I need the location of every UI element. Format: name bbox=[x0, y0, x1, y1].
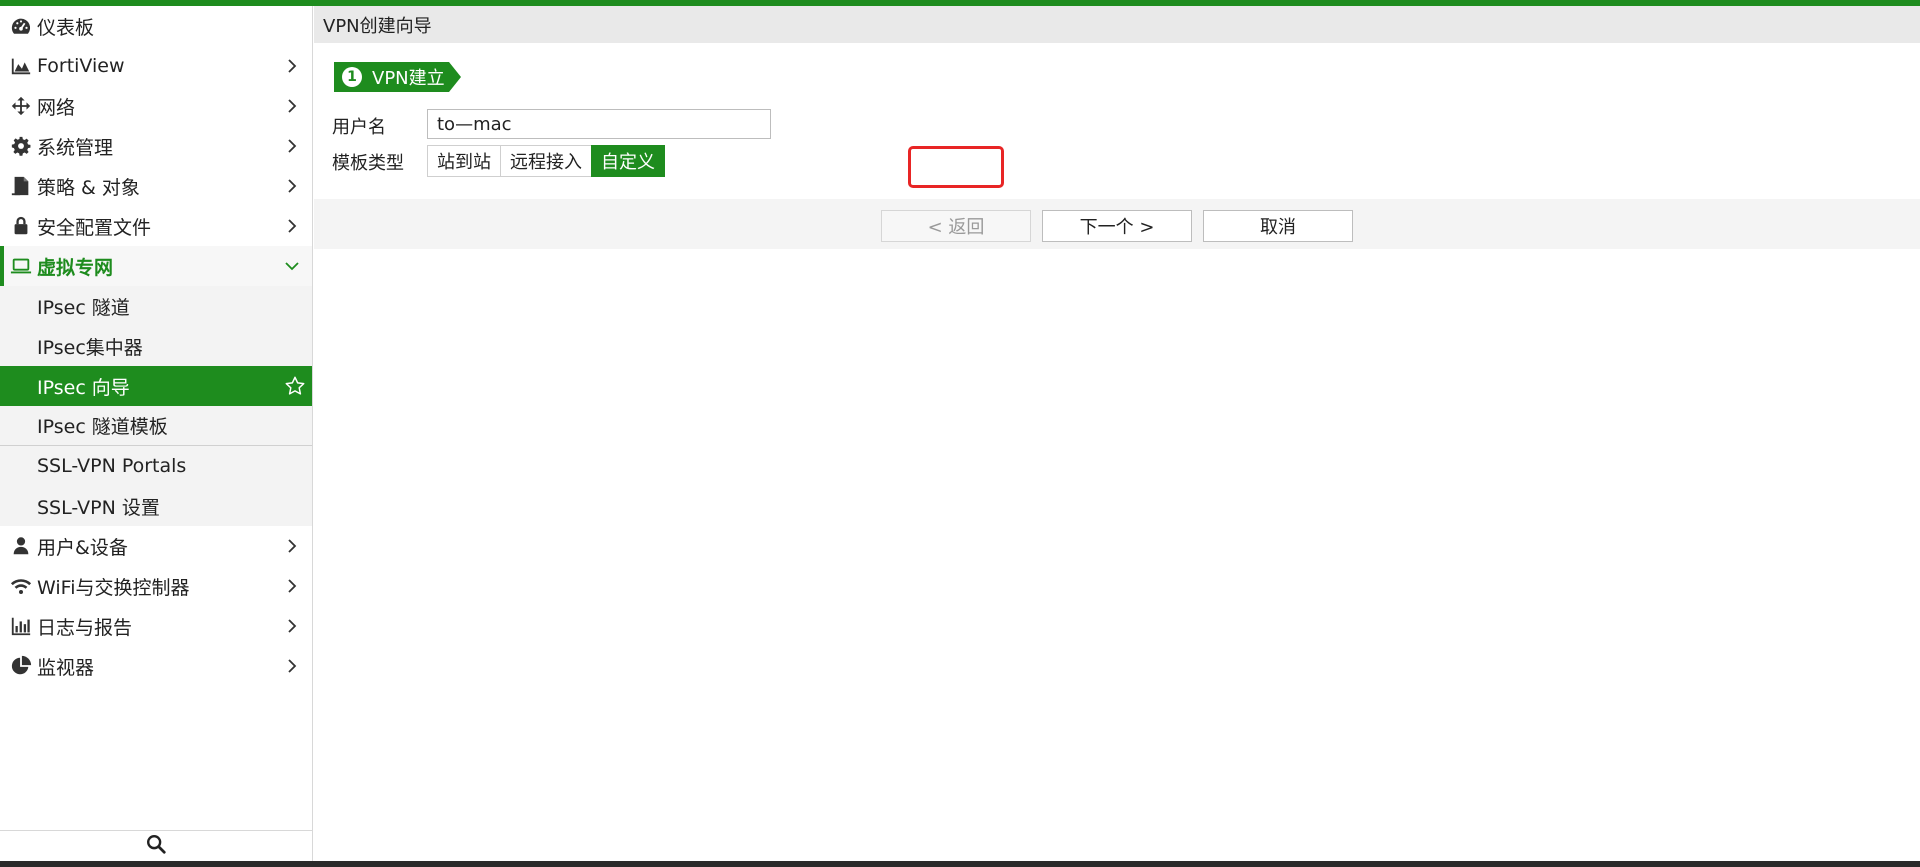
back-button[interactable]: < 返回 bbox=[881, 210, 1031, 242]
pie-chart-icon bbox=[8, 655, 34, 677]
sidebar-item-label: 安全配置文件 bbox=[37, 216, 152, 239]
sidebar-item-label: 策略 & 对象 bbox=[37, 176, 140, 199]
template-option-site-to-site[interactable]: 站到站 bbox=[427, 145, 501, 177]
chevron-down-icon bbox=[282, 256, 302, 276]
chevron-right-icon bbox=[282, 96, 302, 116]
step-arrow bbox=[448, 62, 461, 92]
bar-chart-icon bbox=[8, 615, 34, 637]
step-label: VPN建立 bbox=[372, 68, 445, 89]
chevron-right-icon bbox=[282, 136, 302, 156]
sidebar-item-policy-objects[interactable]: 策略 & 对象 bbox=[0, 166, 312, 206]
chevron-right-icon bbox=[282, 536, 302, 556]
bottom-strip bbox=[0, 861, 1920, 867]
sidebar-item-monitor[interactable]: 监视器 bbox=[0, 646, 312, 686]
laptop-icon bbox=[8, 255, 34, 277]
sidebar-item-wifi-switch[interactable]: WiFi与交换控制器 bbox=[0, 566, 312, 606]
sidebar-item-label: 日志与报告 bbox=[37, 616, 133, 639]
sidebar-subitem-label: IPsec集中器 bbox=[37, 336, 143, 359]
name-label: 用户名 bbox=[332, 117, 386, 138]
sidebar-subitem-ipsec-concentrator[interactable]: IPsec集中器 bbox=[0, 326, 312, 366]
wizard-button-bar: < 返回 下一个 > 取消 bbox=[314, 199, 1920, 249]
sidebar-item-user-device[interactable]: 用户&设备 bbox=[0, 526, 312, 566]
sidebar-item-system[interactable]: 系统管理 bbox=[0, 126, 312, 166]
step-number: 1 bbox=[342, 67, 362, 87]
template-option-remote-access[interactable]: 远程接入 bbox=[500, 145, 592, 177]
chevron-right-icon bbox=[282, 176, 302, 196]
sidebar-subitem-label: SSL-VPN Portals bbox=[37, 455, 187, 477]
sidebar-item-vpn[interactable]: 虚拟专网 bbox=[0, 246, 312, 286]
sidebar-item-label: 监视器 bbox=[37, 656, 95, 679]
sidebar-subitem-label: IPsec 隧道 bbox=[37, 296, 130, 319]
gear-icon bbox=[8, 135, 34, 157]
sidebar-item-log-report[interactable]: 日志与报告 bbox=[0, 606, 312, 646]
sidebar-item-dashboard[interactable]: 仪表板 bbox=[0, 6, 312, 46]
sidebar-item-label: WiFi与交换控制器 bbox=[37, 576, 190, 599]
sidebar-item-label: 用户&设备 bbox=[37, 536, 128, 559]
sidebar-subitem-label: SSL-VPN 设置 bbox=[37, 496, 160, 519]
search-icon bbox=[145, 833, 167, 859]
chevron-right-icon bbox=[282, 56, 302, 76]
sidebar-item-label: 系统管理 bbox=[37, 136, 114, 159]
sidebar-subitem-ipsec-wizard[interactable]: IPsec 向导 bbox=[0, 366, 312, 406]
step-body: 1 VPN建立 bbox=[334, 62, 449, 92]
move-arrows-icon bbox=[8, 95, 34, 117]
sidebar-subitem-ipsec-tunnel-templates[interactable]: IPsec 隧道模板 bbox=[0, 406, 312, 446]
sidebar-subitem-ssl-vpn-settings[interactable]: SSL-VPN 设置 bbox=[0, 486, 312, 526]
chevron-right-icon bbox=[282, 216, 302, 236]
lock-icon bbox=[8, 215, 34, 237]
next-button[interactable]: 下一个 > bbox=[1042, 210, 1192, 242]
chevron-right-icon bbox=[282, 616, 302, 636]
sidebar-item-label: 虚拟专网 bbox=[37, 256, 114, 279]
chevron-right-icon bbox=[282, 576, 302, 596]
template-type-selector: 站到站 远程接入 自定义 bbox=[427, 145, 665, 177]
highlight-annotation bbox=[908, 146, 1004, 188]
sidebar-item-network[interactable]: 网络 bbox=[0, 86, 312, 126]
wifi-icon bbox=[8, 575, 34, 597]
user-icon bbox=[8, 535, 34, 557]
dashboard-icon bbox=[8, 15, 34, 37]
sidebar-subitem-ssl-vpn-portals[interactable]: SSL-VPN Portals bbox=[0, 446, 312, 486]
chevron-right-icon bbox=[282, 656, 302, 676]
cancel-button[interactable]: 取消 bbox=[1203, 210, 1353, 242]
document-icon bbox=[8, 175, 34, 197]
star-icon[interactable] bbox=[284, 375, 306, 397]
sidebar-subitem-ipsec-tunnels[interactable]: IPsec 隧道 bbox=[0, 286, 312, 326]
template-option-custom[interactable]: 自定义 bbox=[591, 145, 665, 177]
main-content: VPN创建向导 1 VPN建立 用户名 模板类型 站到站 远程接入 自定义 < … bbox=[314, 6, 1920, 861]
sidebar-item-fortiview[interactable]: FortiView bbox=[0, 46, 312, 86]
step-indicator: 1 VPN建立 bbox=[334, 62, 461, 92]
sidebar-search-button[interactable] bbox=[0, 830, 312, 861]
page-title: VPN创建向导 bbox=[314, 6, 1920, 43]
sidebar-item-label: 网络 bbox=[37, 96, 76, 119]
name-input[interactable] bbox=[427, 109, 771, 139]
sidebar-subitem-label: IPsec 向导 bbox=[37, 376, 130, 399]
sidebar-subitem-label: IPsec 隧道模板 bbox=[37, 416, 168, 438]
sidebar-item-label: FortiView bbox=[37, 55, 125, 77]
sidebar-item-security-profiles[interactable]: 安全配置文件 bbox=[0, 206, 312, 246]
sidebar-item-label: 仪表板 bbox=[37, 16, 95, 39]
template-type-label: 模板类型 bbox=[332, 153, 404, 174]
sidebar: 仪表板 FortiView 网络 系统管理 策略 & 对象 安全配置文件 虚拟专… bbox=[0, 6, 313, 861]
chart-area-icon bbox=[8, 55, 34, 77]
